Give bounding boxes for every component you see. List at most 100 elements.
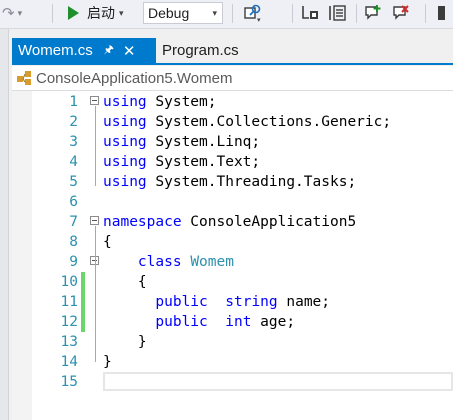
code-line[interactable]: 8{: [12, 232, 453, 252]
code-line[interactable]: 4 using System.Text;: [12, 152, 453, 172]
code-line[interactable]: 3 using System.Linq;: [12, 132, 453, 152]
keyword-token: using: [103, 94, 147, 110]
tab-title: Program.cs: [162, 42, 239, 59]
code-line[interactable]: 2 using System.Collections.Generic;: [12, 112, 453, 132]
left-tool-strip: [0, 29, 9, 420]
code-line[interactable]: 11 public string name;: [12, 292, 453, 312]
keyword-token: using: [103, 174, 147, 190]
text-token: System.Text;: [146, 154, 261, 170]
text-token: {: [103, 234, 112, 250]
code-line[interactable]: 7 namespace ConsoleApplication5: [12, 212, 453, 232]
code-text: public int age;: [103, 312, 295, 332]
tab-womem-cs[interactable]: Womem.cs 🖈 ✕: [12, 38, 156, 63]
text-token: name;: [277, 294, 331, 310]
code-line[interactable]: 13 }: [12, 332, 453, 352]
tab-program-cs[interactable]: Program.cs: [162, 38, 239, 63]
code-line[interactable]: 1 using System;: [12, 92, 453, 112]
config-value: Debug: [148, 5, 190, 21]
line-number: 14: [60, 354, 78, 370]
bookmark-icon: [438, 6, 445, 20]
line-number: 15: [60, 374, 78, 390]
toolbar-separator: [425, 4, 426, 23]
find-button[interactable]: ▾: [242, 3, 264, 24]
code-line[interactable]: 10 {: [12, 272, 453, 292]
code-line[interactable]: 14}: [12, 352, 453, 372]
redo-button[interactable]: ↷ ▾: [2, 3, 32, 23]
start-button[interactable]: 启动 ▾: [66, 3, 134, 23]
text-token: }: [103, 354, 112, 370]
toolbar-separator: [52, 4, 53, 23]
line-number: 4: [69, 154, 78, 170]
code-line[interactable]: 5 using System.Threading.Tasks;: [12, 172, 453, 192]
keyword-token: string: [225, 294, 278, 310]
chevron-down-icon: ▾: [17, 7, 23, 18]
collapse-toggle-icon[interactable]: [90, 216, 99, 225]
code-text: }: [103, 352, 112, 372]
tab-underline: [12, 63, 453, 65]
svg-text:▾: ▾: [257, 16, 261, 23]
change-marker: [81, 292, 85, 312]
class-navigation-bar[interactable]: ConsoleApplication5.Womem: [12, 66, 453, 91]
change-marker: [81, 272, 85, 292]
keyword-token: using: [103, 134, 147, 150]
code-line[interactable]: 9 class Womem: [12, 252, 453, 272]
comment-add-icon: [365, 5, 381, 20]
code-text: {: [103, 232, 112, 252]
tab-title: Womem.cs: [18, 42, 93, 59]
text-token: ConsoleApplication5: [181, 214, 357, 230]
keyword-token: class: [137, 254, 182, 270]
redo-icon: ↷: [2, 5, 15, 22]
code-text: using System.Threading.Tasks;: [103, 172, 356, 192]
code-line[interactable]: 12 public int age;: [12, 312, 453, 332]
code-text: public string name;: [103, 292, 330, 312]
keyword-token: public: [155, 314, 208, 330]
line-number: 11: [60, 294, 78, 310]
remove-comment-button[interactable]: [390, 3, 412, 23]
line-number: 7: [69, 214, 78, 230]
toolbar-separator: [232, 4, 233, 23]
chevron-down-icon: ▾: [119, 7, 124, 18]
document-tab-bar: Womem.cs 🖈 ✕ Program.cs: [12, 38, 453, 63]
toolbar: ↷ ▾ 启动 ▾ Debug ▾ ▾: [0, 0, 453, 29]
class-selector-label: ConsoleApplication5.Womem: [36, 69, 233, 87]
line-number: 3: [69, 134, 78, 150]
solution-config-select[interactable]: Debug ▾: [143, 2, 223, 24]
code-text: using System.Linq;: [103, 132, 260, 152]
chevron-down-icon: ▾: [212, 7, 217, 18]
text-token: {: [103, 274, 147, 290]
keyword-token: namespace: [103, 214, 182, 230]
code-editor[interactable]: 1 using System; 2 using System.Collections.…: [12, 91, 453, 420]
code-text: using System;: [103, 92, 217, 112]
keyword-token: int: [225, 314, 252, 330]
step-into-icon: [302, 6, 318, 19]
code-line[interactable]: 6: [12, 192, 453, 212]
comment-remove-icon: [393, 5, 409, 20]
line-number: 1: [69, 94, 78, 110]
class-icon: [16, 70, 34, 86]
line-number: 13: [60, 334, 78, 350]
line-number: 8: [69, 234, 78, 250]
close-icon[interactable]: ✕: [123, 42, 136, 60]
collapse-toggle-icon[interactable]: [90, 96, 99, 105]
text-token: age;: [251, 314, 296, 330]
keyword-token: using: [103, 114, 147, 130]
outline-guide: [95, 106, 96, 186]
code-text: namespace ConsoleApplication5: [103, 212, 356, 232]
add-comment-button[interactable]: [362, 3, 384, 23]
code-text: using System.Text;: [103, 152, 260, 172]
line-number: 5: [69, 174, 78, 190]
change-marker: [81, 312, 85, 332]
pin-icon[interactable]: 🖈: [104, 41, 114, 60]
type-token: Womem: [190, 254, 234, 270]
code-text: }: [103, 332, 147, 352]
step-button[interactable]: [299, 3, 321, 23]
bookmark-button[interactable]: [432, 3, 453, 23]
keyword-token: using: [103, 154, 147, 170]
outline-button[interactable]: [326, 3, 348, 23]
